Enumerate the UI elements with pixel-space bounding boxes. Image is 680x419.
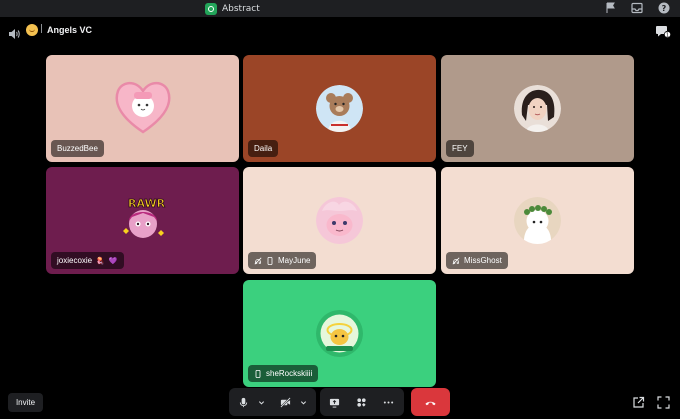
avatar: [514, 85, 561, 132]
mobile-icon: [255, 369, 261, 378]
end-call-button[interactable]: [411, 388, 450, 416]
participant-name: BuzzedBee: [57, 144, 98, 153]
participant-tile[interactable]: RAWR joxiecoxie 🪼 💜: [46, 167, 239, 274]
name-badge-heart-icon: 💜: [108, 257, 118, 265]
camera-off-icon[interactable]: [277, 388, 293, 416]
svg-text:1: 1: [666, 32, 669, 38]
participant-tile[interactable]: BuzzedBee: [46, 55, 239, 162]
avatar: [514, 197, 561, 244]
inbox-icon[interactable]: [630, 2, 643, 15]
more-icon[interactable]: [380, 388, 396, 416]
app-logo-icon: [205, 2, 217, 15]
voice-channel-speaker-icon: [8, 25, 20, 39]
participant-name: MissGhost: [464, 256, 502, 265]
participant-tile[interactable]: Daila: [243, 55, 436, 162]
channel-separator: |: [40, 24, 44, 34]
avatar: [114, 78, 172, 136]
call-header: | Angels VC 1: [0, 17, 680, 45]
call-controls-bar: Invite: [0, 385, 680, 419]
audio-video-controls: [229, 388, 316, 416]
participant-name-tag: Daila: [248, 140, 279, 157]
participant-name: FEY: [452, 144, 468, 153]
pop-out-icon[interactable]: [632, 394, 645, 408]
mobile-icon: [267, 256, 273, 265]
participant-name: sheRockskiiii: [266, 369, 313, 378]
invite-button[interactable]: Invite: [8, 393, 43, 412]
avatar: [316, 197, 363, 244]
app-title: Abstract: [222, 3, 260, 14]
participant-tile[interactable]: MayJune: [243, 167, 436, 274]
avatar: RAWR: [114, 191, 172, 249]
deafened-icon: [452, 257, 460, 264]
activities-icon[interactable]: [353, 388, 369, 416]
participant-name-tag: MayJune: [248, 252, 317, 269]
participant-tile[interactable]: FEY: [441, 55, 634, 162]
fullscreen-icon[interactable]: [657, 394, 670, 409]
flag-icon[interactable]: [604, 2, 617, 15]
svg-text:RAWR: RAWR: [128, 197, 166, 210]
screen-share-icon[interactable]: [326, 388, 342, 416]
participant-name-tag: sheRockskiiii: [248, 365, 319, 382]
name-badge-jellyfish-icon: 🪼: [96, 257, 105, 265]
camera-options-chevron-down-icon[interactable]: [298, 388, 308, 416]
app-title-area: Abstract: [205, 1, 260, 16]
channel-name: Angels VC: [47, 25, 93, 35]
microphone-options-chevron-down-icon[interactable]: [256, 388, 266, 416]
help-icon[interactable]: ?: [657, 2, 670, 15]
participant-name-tag: FEY: [446, 140, 474, 157]
participant-name-tag: joxiecoxie 🪼 💜: [51, 252, 124, 269]
avatar: [316, 310, 363, 357]
participant-tile[interactable]: sheRockskiiii: [243, 280, 436, 387]
participant-name: joxiecoxie: [57, 256, 93, 265]
avatar: [316, 85, 363, 132]
channel-emoji-icon: [26, 24, 38, 36]
share-activity-controls: [320, 388, 404, 416]
participant-name-tag: BuzzedBee: [51, 140, 104, 157]
chat-icon[interactable]: 1: [655, 23, 672, 39]
participant-name: Daila: [254, 144, 273, 153]
title-bar: Abstract ?: [0, 0, 680, 17]
svg-text:?: ?: [661, 4, 666, 13]
hangup-icon: [425, 401, 436, 405]
participant-name: MayJune: [278, 256, 311, 265]
microphone-icon[interactable]: [235, 388, 251, 416]
participant-tile[interactable]: MissGhost: [441, 167, 634, 274]
participant-name-tag: MissGhost: [446, 252, 508, 269]
deafened-icon: [254, 257, 262, 264]
